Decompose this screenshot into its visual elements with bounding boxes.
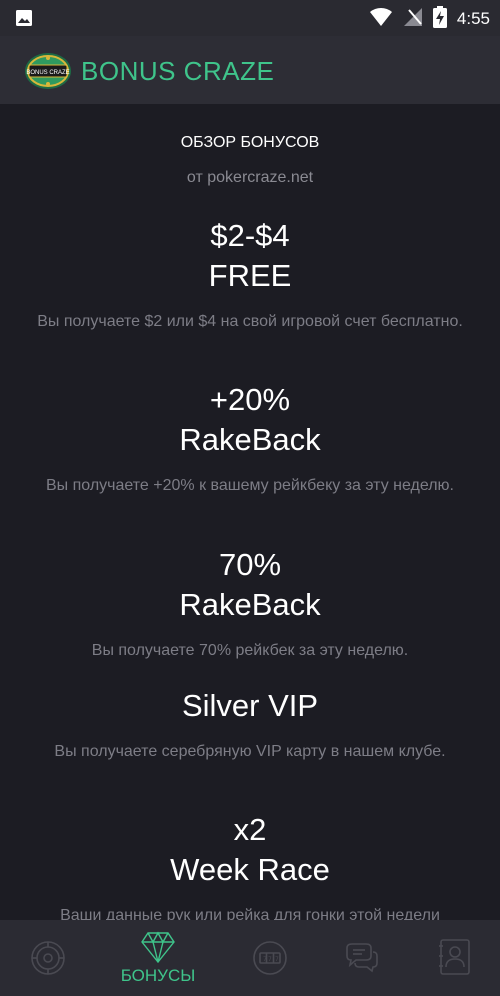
chat-icon	[344, 942, 380, 978]
wifi-icon	[369, 7, 393, 31]
bonus-overview[interactable]: ОБЗОР БОНУСОВ от pokercraze.net $2-$4 FR…	[0, 104, 500, 920]
app-title: BONUS CRAZE	[81, 56, 275, 86]
bonus-item: 70% RakeBack Вы получаете 70% рейкбек за…	[0, 545, 500, 662]
nav-label-bonuses: БОНУСЫ	[120, 966, 196, 985]
bonus-type: FREE	[208, 258, 292, 293]
status-time: 4:55	[456, 9, 490, 28]
bonus-amount: +20%	[209, 382, 291, 417]
contact-card-icon	[438, 938, 472, 980]
section-title: ОБЗОР БОНУСОВ	[180, 134, 320, 151]
app-logo: BONUS CRAZE	[24, 51, 72, 91]
bonus-amount: Silver VIP	[181, 688, 319, 723]
bonus-type: RakeBack	[179, 422, 321, 457]
bonus-item: x2 Week Race Ваши данные рук или рейка д…	[0, 810, 500, 920]
svg-text:BONUS CRAZE: BONUS CRAZE	[26, 70, 69, 76]
status-bar: 4:55	[0, 0, 500, 36]
bonus-description: Вы получаете $2 или $4 на свой игровой с…	[37, 313, 463, 330]
app-bar: BONUS CRAZE BONUS CRAZE	[0, 36, 500, 104]
roulette-icon	[30, 940, 66, 980]
nav-tab-roulette[interactable]	[0, 920, 100, 996]
bonus-item: $2-$4 FREE Вы получаете $2 или $4 на сво…	[0, 216, 500, 333]
nav-tab-contacts[interactable]	[406, 920, 500, 996]
nav-tab-bonuses[interactable]: БОНУСЫ	[108, 920, 208, 996]
bonus-description: Вы получаете +20% к вашему рейкбеку за э…	[46, 477, 454, 494]
svg-text:7: 7	[275, 956, 279, 963]
no-signal-icon	[403, 7, 423, 31]
diamond-icon	[140, 930, 176, 968]
bonus-type: Week Race	[170, 852, 330, 887]
bonus-amount: x2	[233, 812, 267, 847]
bonus-amount: $2-$4	[210, 218, 290, 253]
bonus-amount: 70%	[218, 547, 282, 582]
svg-text:7: 7	[268, 956, 272, 963]
image-notification-icon	[15, 9, 33, 31]
nav-tab-slots[interactable]: 7 7 7	[220, 920, 320, 996]
bonus-item: Silver VIP Вы получаете серебряную VIP к…	[0, 686, 500, 763]
battery-charging-icon	[432, 6, 447, 32]
bottom-navigation: БОНУСЫ 7 7 7	[0, 920, 500, 996]
section-subtitle: от pokercraze.net	[186, 169, 314, 186]
bonus-description: Вы получаете серебряную VIP карту в наше…	[54, 743, 446, 760]
bonus-description: Ваши данные рук или рейка для гонки этой…	[60, 907, 440, 920]
bonus-item: +20% RakeBack Вы получаете +20% к вашему…	[0, 380, 500, 497]
svg-text:7: 7	[263, 956, 267, 963]
nav-tab-chat[interactable]	[312, 920, 412, 996]
bonus-description: Вы получаете 70% рейкбек за эту неделю.	[91, 642, 409, 659]
bonus-type: RakeBack	[179, 587, 321, 622]
slot-machine-icon: 7 7 7	[252, 940, 288, 980]
